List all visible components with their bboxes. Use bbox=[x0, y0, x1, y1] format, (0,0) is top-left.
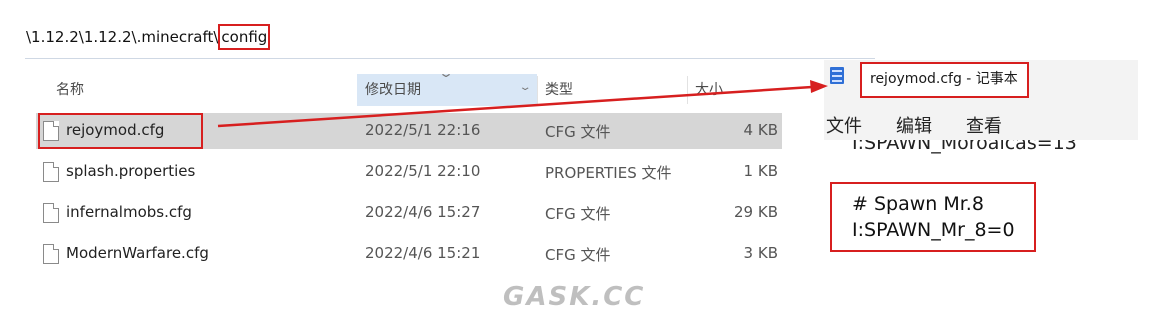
annotation-arrow bbox=[217, 80, 828, 128]
watermark: GASK.CC bbox=[503, 282, 646, 312]
arrow-head bbox=[810, 80, 828, 93]
arrow-shaft bbox=[217, 85, 813, 128]
